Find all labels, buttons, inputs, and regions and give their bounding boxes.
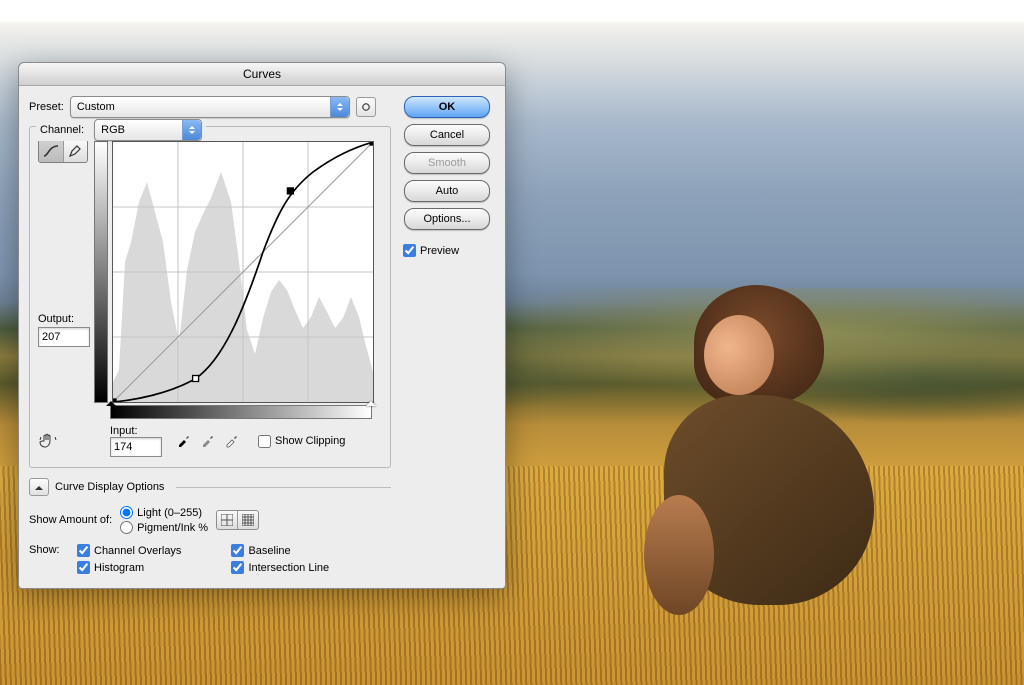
input-label: Input: xyxy=(110,425,162,437)
baseline-checkbox[interactable]: Baseline xyxy=(231,544,329,557)
preset-select[interactable]: Custom xyxy=(70,96,350,118)
channel-fieldset: Channel: RGB xyxy=(29,126,391,468)
disclosure-triangle[interactable] xyxy=(29,478,49,496)
divider xyxy=(176,487,391,488)
eyedropper-icon xyxy=(200,432,216,448)
baseline-label: Baseline xyxy=(248,545,290,557)
menu-icon xyxy=(361,102,371,112)
auto-button[interactable]: Auto xyxy=(404,180,490,202)
curve-icon xyxy=(43,144,59,158)
eyedropper-icon xyxy=(224,432,240,448)
preset-value: Custom xyxy=(77,101,330,113)
cancel-button[interactable]: Cancel xyxy=(404,124,490,146)
dialog-titlebar[interactable]: Curves xyxy=(19,63,505,86)
black-point-slider[interactable] xyxy=(106,396,116,406)
curve-tool-button[interactable] xyxy=(39,140,63,162)
channel-select[interactable]: RGB xyxy=(94,119,202,141)
input-gradient[interactable] xyxy=(110,405,372,419)
smooth-button[interactable]: Smooth xyxy=(404,152,490,174)
intersection-label: Intersection Line xyxy=(248,562,329,574)
preview-label: Preview xyxy=(420,245,459,257)
grid-size-toggle xyxy=(216,510,259,530)
output-label: Output: xyxy=(38,313,88,325)
select-arrows-icon xyxy=(182,120,201,140)
grid-coarse-icon xyxy=(221,514,233,526)
pigment-label: Pigment/Ink % xyxy=(137,522,208,534)
options-button[interactable]: Options... xyxy=(404,208,490,230)
curve-point-2[interactable] xyxy=(287,188,293,194)
curve-point-highlight[interactable] xyxy=(370,142,373,145)
grid-fine-button[interactable] xyxy=(237,511,258,529)
white-point-slider[interactable] xyxy=(366,396,376,406)
light-label: Light (0–255) xyxy=(137,507,202,519)
hand-icon xyxy=(38,431,58,451)
channel-overlays-checkbox[interactable]: Channel Overlays xyxy=(77,544,181,557)
show-clipping-checkbox[interactable]: Show Clipping xyxy=(258,435,345,448)
pencil-tool-button[interactable] xyxy=(63,140,88,162)
eyedropper-icon xyxy=(176,432,192,448)
pigment-radio[interactable]: Pigment/Ink % xyxy=(120,521,208,534)
channel-label: Channel: xyxy=(40,124,84,136)
person-silhouette xyxy=(634,285,914,625)
dialog-title: Curves xyxy=(243,67,281,81)
show-amount-label: Show Amount of: xyxy=(29,514,112,526)
curves-graph[interactable] xyxy=(112,141,374,403)
black-eyedropper[interactable] xyxy=(176,432,192,451)
histogram-label: Histogram xyxy=(94,562,144,574)
preset-menu-button[interactable] xyxy=(356,97,376,117)
input-field[interactable] xyxy=(110,437,162,457)
curve-point-1[interactable] xyxy=(193,376,199,382)
histogram-checkbox[interactable]: Histogram xyxy=(77,561,181,574)
intersection-checkbox[interactable]: Intersection Line xyxy=(231,561,329,574)
grid-coarse-button[interactable] xyxy=(217,511,237,529)
pencil-icon xyxy=(68,144,82,158)
output-gradient xyxy=(94,141,108,403)
preview-checkbox[interactable]: Preview xyxy=(403,244,459,257)
ok-button[interactable]: OK xyxy=(404,96,490,118)
preset-label: Preset: xyxy=(29,101,64,113)
curve-tool-pair xyxy=(38,139,88,163)
light-radio[interactable]: Light (0–255) xyxy=(120,506,208,519)
output-field[interactable] xyxy=(38,327,90,347)
show-clipping-label: Show Clipping xyxy=(275,435,345,447)
white-eyedropper[interactable] xyxy=(224,432,240,451)
select-arrows-icon xyxy=(330,97,349,117)
channel-value: RGB xyxy=(101,124,182,136)
curves-dialog: Curves Preset: Custom Channel: RGB xyxy=(18,62,506,589)
show-label: Show: xyxy=(29,544,67,574)
targeted-adjust-tool[interactable] xyxy=(38,429,62,453)
grid-fine-icon xyxy=(242,514,254,526)
disclosure-label: Curve Display Options xyxy=(55,481,164,493)
gray-eyedropper[interactable] xyxy=(200,432,216,451)
channel-overlays-label: Channel Overlays xyxy=(94,545,181,557)
